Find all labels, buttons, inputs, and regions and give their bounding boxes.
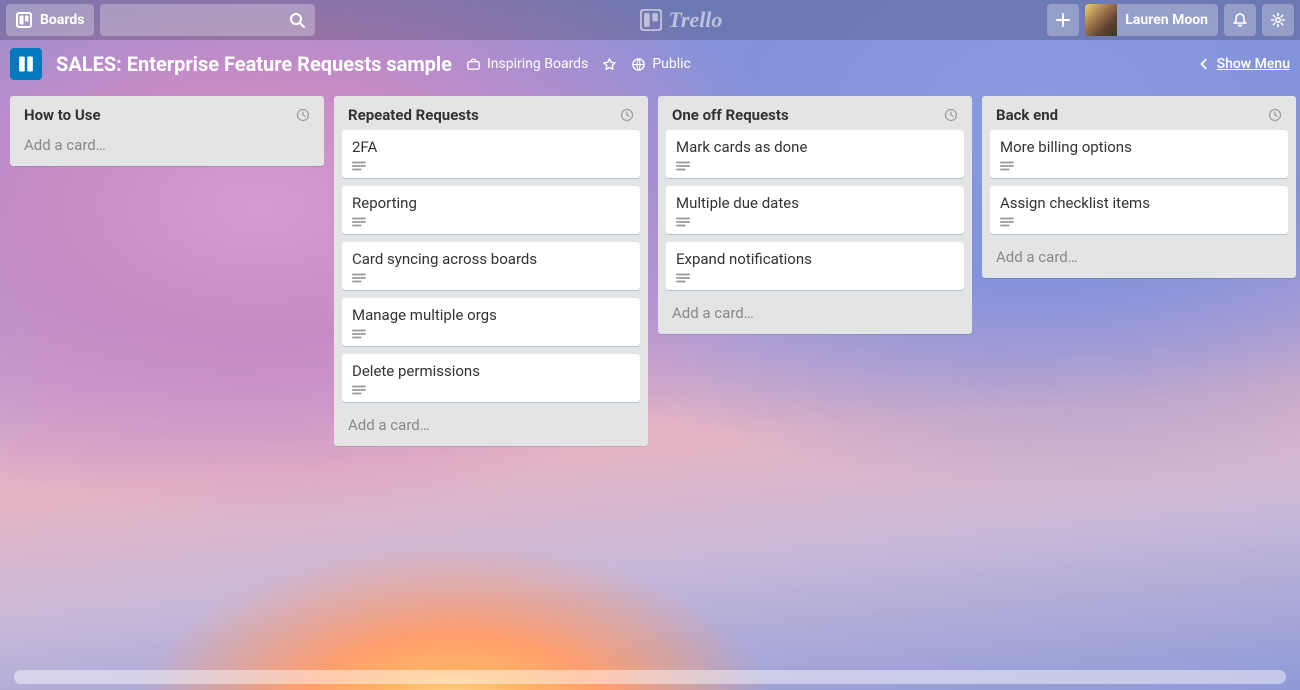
- description-icon: [676, 160, 954, 172]
- trello-logo[interactable]: Trello: [640, 7, 722, 33]
- card[interactable]: 2FA: [342, 130, 640, 178]
- add-card-button[interactable]: Add a card…: [18, 130, 316, 156]
- card-title: Reporting: [352, 194, 630, 212]
- create-button[interactable]: [1047, 4, 1079, 36]
- briefcase-icon: [466, 57, 481, 72]
- star-icon: [602, 57, 617, 72]
- list: One off Requests Mark cards as done Multip…: [658, 96, 972, 334]
- add-card-button[interactable]: Add a card…: [342, 410, 640, 436]
- list-menu-button[interactable]: [620, 108, 634, 122]
- list-title[interactable]: How to Use: [24, 106, 101, 124]
- list: Repeated Requests 2FA Reporting Card syncin…: [334, 96, 648, 446]
- visibility-label: Public: [652, 56, 691, 72]
- settings-button[interactable]: [1262, 4, 1294, 36]
- globe-icon: [631, 57, 646, 72]
- description-icon: [352, 272, 630, 284]
- list-header: One off Requests: [666, 104, 964, 130]
- trello-logo-icon: [640, 9, 662, 31]
- card[interactable]: Delete permissions: [342, 354, 640, 402]
- chevron-left-icon: [1197, 57, 1211, 71]
- list-title[interactable]: Back end: [996, 106, 1058, 124]
- boards-button-label: Boards: [40, 12, 84, 28]
- description-icon: [1000, 216, 1278, 228]
- description-icon: [676, 272, 954, 284]
- card[interactable]: Reporting: [342, 186, 640, 234]
- card[interactable]: Mark cards as done: [666, 130, 964, 178]
- notifications-button[interactable]: [1224, 4, 1256, 36]
- description-icon: [352, 216, 630, 228]
- board-title[interactable]: SALES: Enterprise Feature Requests sampl…: [56, 52, 452, 76]
- card[interactable]: Multiple due dates: [666, 186, 964, 234]
- clock-icon: [296, 108, 310, 122]
- description-icon: [676, 216, 954, 228]
- topbar: Boards Trello Lauren Moon: [0, 0, 1300, 40]
- list-header: Repeated Requests: [342, 104, 640, 130]
- horizontal-scrollbar[interactable]: [14, 670, 1286, 684]
- card-title: Expand notifications: [676, 250, 954, 268]
- clock-icon: [944, 108, 958, 122]
- card-title: Mark cards as done: [676, 138, 954, 156]
- list: How to Use Add a card…: [10, 96, 324, 166]
- list-title[interactable]: One off Requests: [672, 106, 789, 124]
- list: Back end More billing options Assign check…: [982, 96, 1296, 278]
- board-icon: [16, 12, 32, 28]
- trello-logo-text: Trello: [668, 7, 722, 33]
- clock-icon: [620, 108, 634, 122]
- card[interactable]: Manage multiple orgs: [342, 298, 640, 346]
- star-button[interactable]: [602, 57, 617, 72]
- bell-icon: [1232, 12, 1248, 28]
- clock-icon: [1268, 108, 1282, 122]
- team-link[interactable]: Inspiring Boards: [466, 56, 588, 72]
- card-title: Multiple due dates: [676, 194, 954, 212]
- user-name: Lauren Moon: [1125, 12, 1208, 28]
- team-label: Inspiring Boards: [487, 56, 588, 72]
- board-canvas: How to Use Add a card… Repeated Requests 2F…: [0, 88, 1300, 690]
- show-menu-label: Show Menu: [1217, 56, 1290, 72]
- card-title: More billing options: [1000, 138, 1278, 156]
- avatar: [1085, 4, 1117, 36]
- list-menu-button[interactable]: [944, 108, 958, 122]
- card-title: Assign checklist items: [1000, 194, 1278, 212]
- description-icon: [352, 160, 630, 172]
- plus-icon: [1055, 12, 1071, 28]
- card[interactable]: Card syncing across boards: [342, 242, 640, 290]
- board-header: SALES: Enterprise Feature Requests sampl…: [0, 40, 1300, 88]
- card-title: Manage multiple orgs: [352, 306, 630, 324]
- boards-button[interactable]: Boards: [6, 4, 94, 36]
- visibility-link[interactable]: Public: [631, 56, 691, 72]
- board-glyph-icon: [16, 54, 36, 74]
- board-icon-badge: [10, 48, 42, 80]
- card[interactable]: Expand notifications: [666, 242, 964, 290]
- user-menu[interactable]: Lauren Moon: [1085, 4, 1218, 36]
- description-icon: [352, 384, 630, 396]
- search-input[interactable]: [100, 4, 315, 36]
- list-header: How to Use: [18, 104, 316, 130]
- search-icon: [289, 12, 305, 28]
- card[interactable]: Assign checklist items: [990, 186, 1288, 234]
- description-icon: [352, 328, 630, 340]
- list-menu-button[interactable]: [296, 108, 310, 122]
- card-title: Delete permissions: [352, 362, 630, 380]
- list-title[interactable]: Repeated Requests: [348, 106, 479, 124]
- card[interactable]: More billing options: [990, 130, 1288, 178]
- add-card-button[interactable]: Add a card…: [666, 298, 964, 324]
- show-menu-button[interactable]: Show Menu: [1197, 56, 1290, 72]
- card-title: Card syncing across boards: [352, 250, 630, 268]
- topbar-center: Trello: [321, 7, 1041, 33]
- list-header: Back end: [990, 104, 1288, 130]
- description-icon: [1000, 160, 1278, 172]
- add-card-button[interactable]: Add a card…: [990, 242, 1288, 268]
- card-title: 2FA: [352, 138, 630, 156]
- gear-icon: [1270, 12, 1286, 28]
- list-menu-button[interactable]: [1268, 108, 1282, 122]
